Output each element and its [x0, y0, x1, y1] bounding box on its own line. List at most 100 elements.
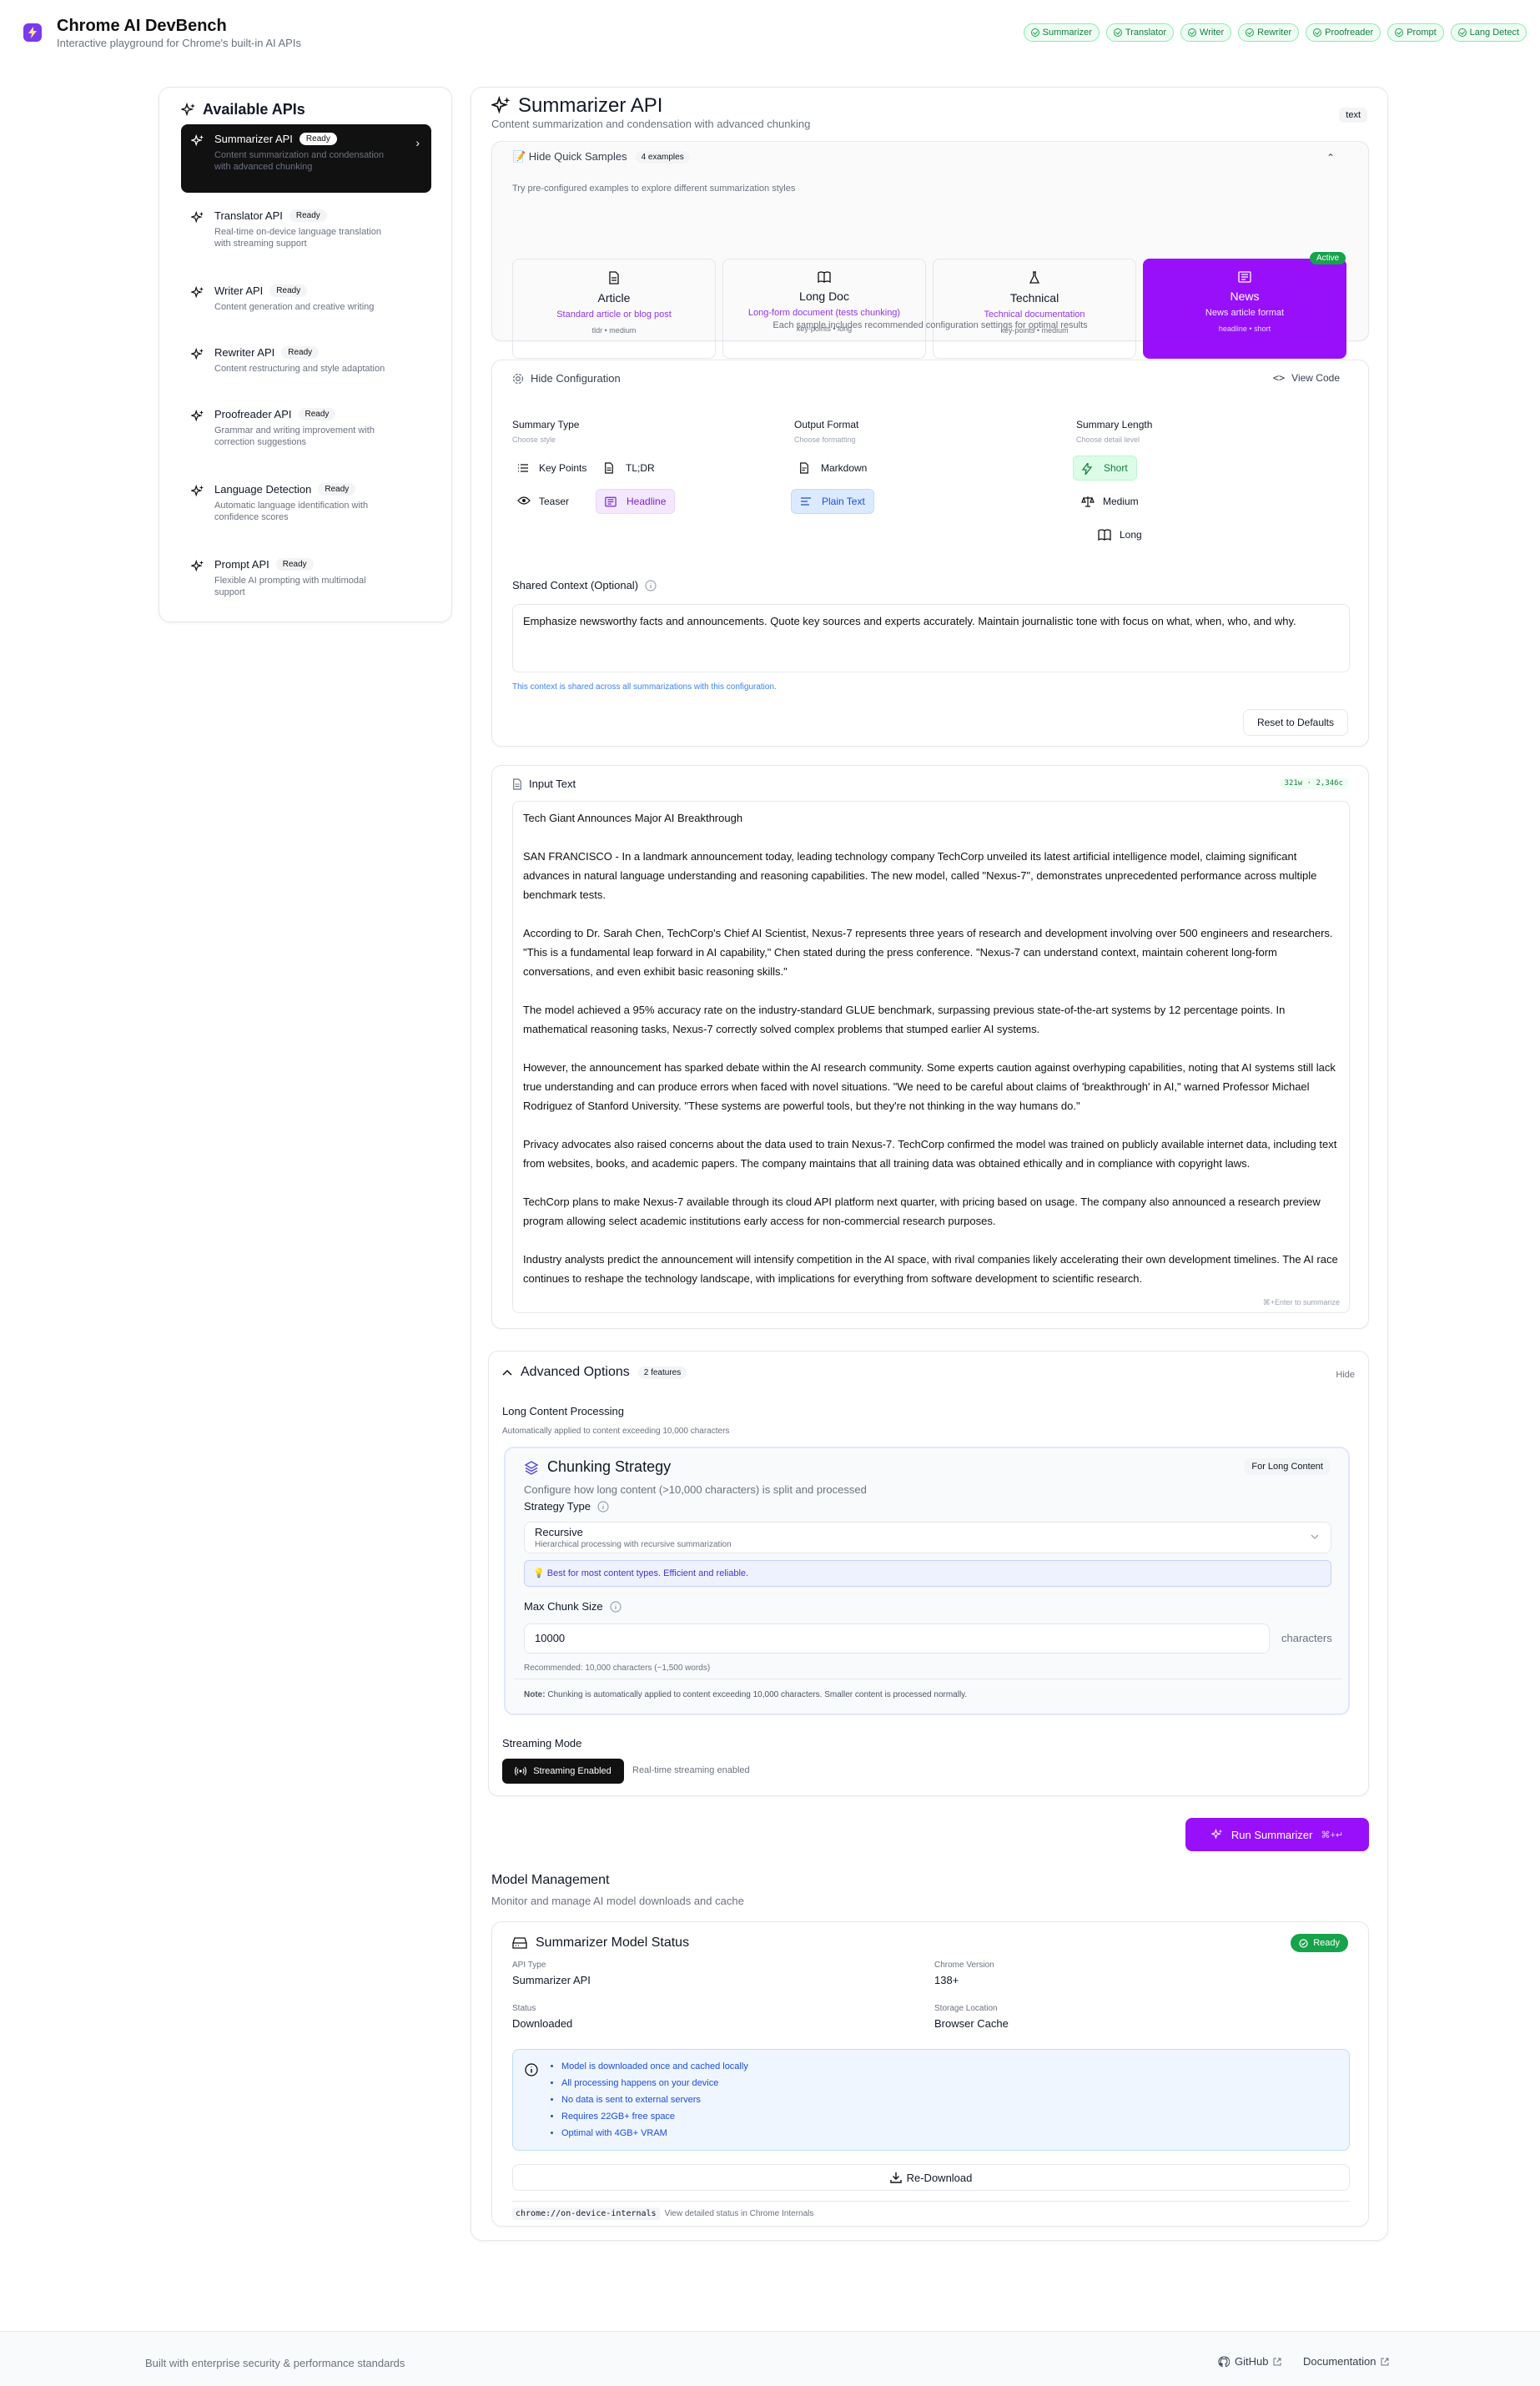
sidebar-item-label: Writer API — [214, 284, 264, 297]
field-label: Chrome Version — [934, 1961, 994, 1970]
field-value: 138+ — [934, 1974, 959, 1986]
sidebar-item-prompt[interactable]: Prompt API Ready Flexible AI prompting wi… — [181, 550, 431, 607]
status-badge: Ready — [281, 346, 320, 359]
chip-lang-detect[interactable]: Lang Detect — [1450, 23, 1527, 42]
sample-technical[interactable]: Technical Technical documentation key-po… — [933, 259, 1136, 359]
max-chunk-input[interactable]: 10000 — [524, 1623, 1270, 1654]
chip-rewriter[interactable]: Rewriter — [1238, 23, 1300, 42]
sidebar-item-desc: Grammar and writing improvement with cor… — [214, 425, 375, 447]
chevron-up-icon — [502, 1369, 512, 1376]
book-open-icon — [723, 271, 925, 283]
shortcut-hint: ⌘+Enter to summarize — [1261, 1298, 1341, 1307]
long-content-hint: Automatically applied to content exceedi… — [502, 1427, 730, 1436]
advanced-hide-button[interactable]: Hide — [1336, 1370, 1355, 1380]
sidebar-item-desc: Flexible AI prompting with multimodal su… — [214, 576, 366, 597]
github-icon — [1218, 2355, 1230, 2368]
advanced-toggle[interactable]: Advanced Options 2 features — [502, 1365, 687, 1380]
chip-proofreader[interactable]: Proofreader — [1306, 23, 1381, 42]
summary-length-label: Summary Length — [1076, 419, 1153, 430]
output-format-hint: Choose formatting — [794, 435, 856, 444]
chip-writer[interactable]: Writer — [1180, 23, 1232, 42]
max-chunk-hint: Recommended: 10,000 characters (~1,500 w… — [524, 1664, 711, 1673]
samples-toggle[interactable]: 📝 Hide Quick Samples 4 examples — [512, 150, 690, 164]
shared-context-textarea[interactable]: Emphasize newsworthy facts and announcem… — [512, 604, 1350, 672]
sparkles-icon — [191, 348, 204, 361]
zap-icon — [1082, 463, 1092, 475]
reset-defaults-button[interactable]: Reset to Defaults — [1243, 709, 1348, 736]
scale-icon — [1081, 496, 1095, 507]
download-icon — [889, 2172, 902, 2183]
chunking-note: Note: Chunking is automatically applied … — [524, 1690, 968, 1699]
status-badge: Ready — [299, 133, 337, 145]
sidebar-item-desc: Content restructuring and style adaptati… — [214, 364, 385, 374]
github-link[interactable]: GitHub — [1218, 2355, 1281, 2368]
status-badge: Ready — [289, 209, 327, 222]
sparkles-icon — [181, 102, 196, 118]
sidebar-item-desc: Real-time on-device language translation… — [214, 227, 381, 249]
sparkles-icon — [1210, 1829, 1223, 1840]
sample-long-doc[interactable]: Long Doc Long-form document (tests chunk… — [722, 259, 926, 359]
option-headline[interactable]: Headline — [596, 489, 676, 514]
chrome-internals-code[interactable]: chrome://on-device-internals — [512, 2207, 660, 2220]
field-label: Storage Location — [934, 2004, 998, 2013]
sidebar-item-desc: Content generation and creative writing — [214, 302, 375, 312]
max-chunk-label: Max Chunk Size — [524, 1600, 622, 1613]
model-management-subtitle: Monitor and manage AI model downloads an… — [491, 1895, 744, 1907]
api-status-chips: Summarizer Translator Writer Rewriter Pr… — [1023, 23, 1527, 42]
documentation-link[interactable]: Documentation — [1303, 2355, 1389, 2368]
check-circle-icon — [1313, 28, 1322, 37]
sidebar-item-proofreader[interactable]: Proofreader API Ready Grammar and writing… — [181, 400, 431, 456]
option-medium[interactable]: Medium — [1073, 489, 1147, 514]
sidebar-item-label: Summarizer API — [214, 133, 293, 145]
option-teaser[interactable]: Teaser — [509, 489, 577, 514]
max-chunk-unit: characters — [1281, 1632, 1332, 1644]
option-long[interactable]: Long — [1090, 522, 1150, 547]
samples-hint: Try pre-configured examples to explore d… — [512, 184, 796, 194]
sidebar-item-desc: Content summarization and condensation w… — [214, 150, 385, 172]
sidebar-item-label: Proofreader API — [214, 408, 292, 420]
option-markdown[interactable]: Markdown — [791, 456, 875, 481]
sidebar-item-rewriter[interactable]: Rewriter API Ready Content restructuring … — [181, 338, 431, 383]
model-info-list: Model is downloaded once and cached loca… — [548, 2058, 1339, 2142]
sidebar-item-writer[interactable]: Writer API Ready Content generation and c… — [181, 276, 431, 321]
quick-samples-card: 📝 Hide Quick Samples 4 examples ⌃ Try pr… — [491, 141, 1369, 359]
shared-context-label-row: Shared Context (Optional) — [512, 579, 657, 591]
option-tldr[interactable]: TL;DR — [596, 456, 663, 481]
redownload-button[interactable]: Re-Download — [512, 2164, 1350, 2191]
shared-context-hint: This context is shared across all summar… — [512, 682, 777, 692]
info-icon — [610, 1600, 622, 1613]
footer-tagline: Built with enterprise security & perform… — [145, 2357, 405, 2369]
configuration-toggle[interactable]: Hide Configuration — [512, 372, 621, 385]
chevron-up-icon[interactable]: ⌃ — [1326, 152, 1335, 164]
sidebar-item-language-detection[interactable]: Language Detection Ready Automatic langua… — [181, 475, 431, 531]
sample-article[interactable]: Article Standard article or blog post tl… — [512, 259, 716, 359]
run-summarizer-button[interactable]: Run Summarizer ⌘+↵ — [1185, 1818, 1369, 1851]
sidebar-item-label: Rewriter API — [214, 346, 275, 359]
chevron-right-icon: › — [415, 136, 420, 149]
status-badge: Ready — [298, 408, 336, 420]
streaming-toggle-button[interactable]: Streaming Enabled — [502, 1759, 624, 1784]
view-code-button[interactable]: <> View Code — [1273, 372, 1340, 384]
sidebar-item-summarizer[interactable]: Summarizer API Ready Content summarizatio… — [181, 124, 431, 193]
chip-summarizer[interactable]: Summarizer — [1023, 23, 1100, 42]
chrome-internals-link-row: chrome://on-device-internals View detail… — [512, 2207, 813, 2220]
sample-news[interactable]: News News article format headline • shor… — [1143, 259, 1346, 359]
check-circle-icon — [1030, 28, 1039, 37]
chip-prompt[interactable]: Prompt — [1387, 23, 1444, 42]
field-label: API Type — [512, 1961, 546, 1970]
strategy-type-label: Strategy Type — [524, 1500, 609, 1513]
sidebar-item-translator[interactable]: Translator API Ready Real-time on-device … — [181, 201, 431, 258]
option-key-points[interactable]: Key Points — [509, 456, 595, 481]
features-count-badge: 2 features — [637, 1366, 687, 1379]
input-textarea[interactable]: Tech Giant Announces Major AI Breakthrou… — [512, 801, 1350, 1313]
chip-translator[interactable]: Translator — [1105, 23, 1175, 42]
option-short[interactable]: Short — [1073, 456, 1137, 481]
long-content-label: Long Content Processing — [502, 1405, 624, 1417]
chunking-title-row: Chunking Strategy — [524, 1458, 671, 1476]
field-value: Summarizer API — [512, 1974, 591, 1986]
strategy-select[interactable]: Recursive Hierarchical processing with r… — [524, 1522, 1331, 1553]
info-icon — [525, 2063, 538, 2076]
option-plain-text[interactable]: Plain Text — [791, 489, 874, 514]
long-content-badge: For Long Content — [1245, 1458, 1330, 1475]
sparkles-icon — [191, 485, 204, 498]
